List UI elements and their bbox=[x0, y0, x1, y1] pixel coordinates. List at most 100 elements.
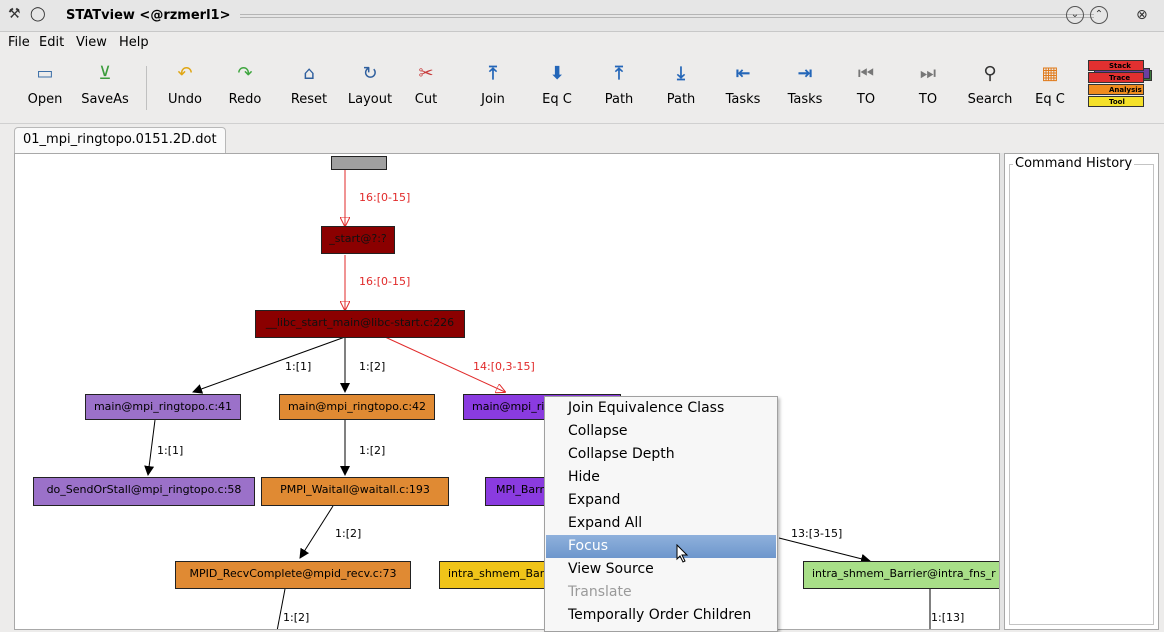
to-forward-label: TO bbox=[918, 92, 938, 107]
open-label: Open bbox=[27, 92, 63, 107]
arrow-right-to-bar-icon: ⇥ bbox=[797, 63, 813, 84]
tools-icon[interactable]: ⚒ bbox=[8, 6, 21, 22]
toolbar: ▭ Open ⊻ SaveAs ↶ Undo ↷ Redo ⌂ Reset ↻ … bbox=[0, 54, 1164, 124]
undo-label: Undo bbox=[168, 92, 202, 107]
command-history-panel: Command History bbox=[1004, 153, 1159, 630]
maximize-icon[interactable]: ⌃ bbox=[1090, 6, 1108, 24]
edge-line bbox=[778, 537, 871, 564]
search-label: Search bbox=[967, 92, 1013, 107]
eqc-down-button[interactable]: ⬇ Eq C bbox=[534, 62, 580, 118]
edge-line bbox=[192, 336, 346, 394]
call-graph-canvas[interactable]: _start@?:? __libc_start_main@libc-start.… bbox=[14, 153, 1000, 630]
menu-file[interactable]: File bbox=[8, 35, 30, 50]
edge-label: 1:[13] bbox=[931, 611, 965, 624]
cut-button[interactable]: ✂ Cut bbox=[408, 62, 444, 118]
menu-item-collapse[interactable]: Collapse bbox=[546, 420, 776, 443]
menu-item-temporally-order-children[interactable]: Temporally Order Children bbox=[546, 604, 776, 627]
reset-button[interactable]: ⌂ Reset bbox=[284, 62, 334, 118]
to-back-button[interactable]: ⏮ TO bbox=[848, 62, 884, 118]
graph-node-main-41[interactable]: main@mpi_ringtopo.c:41 bbox=[85, 394, 241, 420]
edge-label: 14:[0,3-15] bbox=[473, 360, 535, 373]
menu-edit[interactable]: Edit bbox=[39, 35, 64, 50]
menu-help[interactable]: Help bbox=[119, 35, 149, 50]
layout-button[interactable]: ↻ Layout bbox=[342, 62, 398, 118]
tasks-right-button[interactable]: ⇥ Tasks bbox=[780, 62, 830, 118]
layout-label: Layout bbox=[347, 92, 393, 107]
arrow-left-to-bar-icon: ⇤ bbox=[735, 63, 751, 84]
undo-button[interactable]: ↶ Undo bbox=[160, 62, 210, 118]
window-menu-icon[interactable]: ◯ bbox=[30, 6, 46, 22]
menu-item-join-equivalence-class[interactable]: Join Equivalence Class bbox=[546, 397, 776, 420]
to-forward-button[interactable]: ⏭ TO bbox=[910, 62, 946, 118]
edge-label: 1:[2] bbox=[359, 444, 386, 457]
toolbar-separator bbox=[146, 66, 147, 110]
saveas-label: SaveAs bbox=[81, 92, 129, 107]
command-history-frame[interactable] bbox=[1009, 164, 1154, 625]
tasks-right-label: Tasks bbox=[787, 92, 823, 107]
saveas-button[interactable]: ⊻ SaveAs bbox=[80, 62, 130, 118]
join-button[interactable]: ⤒ Join bbox=[470, 62, 516, 118]
path-down-button[interactable]: ⤓ Path bbox=[658, 62, 704, 118]
arrow-up-to-bar-icon: ⤒ bbox=[489, 63, 497, 84]
path-up-button[interactable]: ⤒ Path bbox=[596, 62, 642, 118]
menu-view[interactable]: View bbox=[76, 35, 107, 50]
title-bar: ⚒ ◯ STATview <@rzmerl1> ⌄ ⌃ ⊗ bbox=[0, 0, 1164, 32]
minimize-icon[interactable]: ⌄ bbox=[1066, 6, 1084, 24]
tasks-left-button[interactable]: ⇤ Tasks bbox=[718, 62, 768, 118]
path-down-label: Path bbox=[666, 92, 696, 107]
undo-icon: ↶ bbox=[177, 63, 193, 84]
arrow-down-to-bar-icon: ⤓ bbox=[677, 63, 685, 84]
cut-label: Cut bbox=[414, 92, 438, 107]
redo-button[interactable]: ↷ Redo bbox=[220, 62, 270, 118]
folder-icon: ▭ bbox=[36, 63, 54, 84]
stat-logo: Stack Trace Analysis Tool bbox=[1088, 58, 1154, 120]
menu-item-expand-all[interactable]: Expand All bbox=[546, 512, 776, 535]
graph-node-root[interactable] bbox=[331, 156, 387, 170]
graph-node-intra-shmem-bar[interactable]: intra_shmem_Bar bbox=[439, 561, 549, 589]
graph-node-do-sendorstall[interactable]: do_SendOrStall@mpi_ringtopo.c:58 bbox=[33, 477, 255, 506]
search-button[interactable]: ⚲ Search bbox=[962, 62, 1018, 118]
refresh-icon: ↻ bbox=[362, 63, 378, 84]
logo-line-tool: Tool bbox=[1088, 96, 1144, 107]
edge-line bbox=[144, 419, 156, 476]
reset-label: Reset bbox=[290, 92, 328, 107]
menu-item-hide[interactable]: Hide bbox=[546, 466, 776, 489]
graph-edges bbox=[144, 170, 931, 629]
menu-item-translate: Translate bbox=[568, 584, 632, 600]
close-icon[interactable]: ⊗ bbox=[1136, 7, 1148, 23]
redo-icon: ↷ bbox=[237, 63, 253, 84]
edge-line bbox=[299, 505, 334, 559]
graph-node-libc-start-main[interactable]: __libc_start_main@libc-start.c:226 bbox=[255, 310, 465, 338]
tab-dot-file[interactable]: 01_mpi_ringtopo.0151.2D.dot bbox=[14, 127, 226, 153]
edge-label: 1:[2] bbox=[359, 360, 386, 373]
logo-line-stack: Stack bbox=[1088, 60, 1144, 71]
tasks-left-label: Tasks bbox=[725, 92, 761, 107]
graph-node-mpid-recvcomplete[interactable]: MPID_RecvComplete@mpid_recv.c:73 bbox=[175, 561, 411, 589]
window-title: STATview <@rzmerl1> bbox=[66, 8, 231, 23]
open-button[interactable]: ▭ Open bbox=[20, 62, 70, 118]
menu-item-view-source[interactable]: View Source bbox=[546, 558, 776, 581]
menu-item-expand[interactable]: Expand bbox=[546, 489, 776, 512]
path-up-label: Path bbox=[604, 92, 634, 107]
node-context-menu: Join Equivalence Class Collapse Collapse… bbox=[544, 396, 778, 632]
menu-bar: File Edit View Help bbox=[0, 32, 1164, 54]
skip-forward-icon: ⏭ bbox=[919, 63, 937, 84]
graph-node-start[interactable]: _start@?:? bbox=[321, 226, 395, 254]
binoculars-icon: ⚲ bbox=[983, 63, 997, 84]
menu-item-focus[interactable]: Focus bbox=[546, 535, 776, 558]
logo-line-analysis: Analysis bbox=[1088, 84, 1144, 95]
graph-node-main-42[interactable]: main@mpi_ringtopo.c:42 bbox=[279, 394, 435, 420]
graph-node-intra-shmem-barrier[interactable]: intra_shmem_Barrier@intra_fns_r bbox=[803, 561, 999, 589]
scissors-icon: ✂ bbox=[418, 63, 434, 84]
palette-icon: ▦ bbox=[1041, 63, 1059, 84]
eqc-down-label: Eq C bbox=[542, 92, 572, 107]
eqc-button[interactable]: ▦ Eq C bbox=[1030, 62, 1070, 118]
edge-label: 1:[2] bbox=[283, 611, 310, 624]
to-back-label: TO bbox=[856, 92, 876, 107]
edge-label: 1:[2] bbox=[335, 527, 362, 540]
skip-back-icon: ⏮ bbox=[857, 63, 875, 84]
arrow-down-icon: ⬇ bbox=[549, 63, 565, 84]
eqc-label: Eq C bbox=[1035, 92, 1065, 107]
graph-node-pmpi-waitall[interactable]: PMPI_Waitall@waitall.c:193 bbox=[261, 477, 449, 506]
menu-item-collapse-depth[interactable]: Collapse Depth bbox=[546, 443, 776, 466]
